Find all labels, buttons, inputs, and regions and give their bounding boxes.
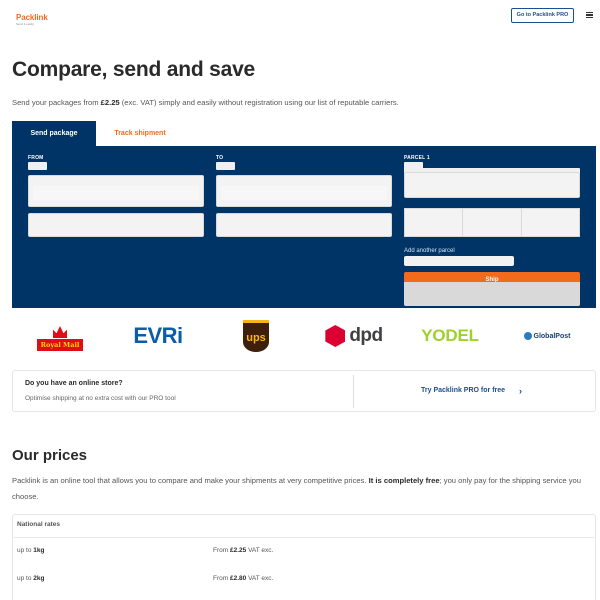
to-postcode-input[interactable]: [216, 175, 392, 207]
hero-price: £2.25: [100, 98, 120, 107]
dpd-cube-icon: [325, 325, 346, 347]
national-rates-table: National rates up to 1kg From £2.25 VAT …: [12, 514, 596, 600]
table-row: up to 1kg From £2.25 VAT exc.: [13, 537, 595, 565]
rate-price: From £2.25 VAT exc.: [213, 547, 274, 554]
site-header: Packlink Send it easily Go to Packlink P…: [0, 0, 600, 34]
dpd-logo: dpd: [306, 315, 402, 357]
rate-weight: up to 2kg: [17, 575, 45, 582]
tab-track-shipment[interactable]: Track shipment: [96, 121, 184, 146]
yodel-logo: YODEL: [421, 326, 479, 345]
from-label: FROM: [28, 155, 44, 161]
online-store-promo: Do you have an online store? Optimise sh…: [12, 370, 596, 412]
from-postcode-input[interactable]: [28, 175, 204, 207]
carrier-logos: Royal Mail EVRi ups dpd YODEL GlobalPost: [12, 315, 596, 357]
parcel-weight-input[interactable]: [404, 172, 580, 198]
logo-tagline: Send it easily: [16, 22, 34, 26]
parcel-dimensions: [404, 208, 580, 237]
table-row: up to 2kg From £2.80 VAT exc.: [13, 565, 595, 593]
add-parcel-bar[interactable]: [404, 256, 514, 266]
rates-header: National rates: [17, 521, 60, 528]
ups-logo: ups: [208, 315, 304, 357]
width-input[interactable]: [462, 208, 522, 237]
rate-price: From £2.80 VAT exc.: [213, 575, 274, 582]
crown-icon: [53, 326, 67, 338]
tab-send-package[interactable]: Send package: [12, 121, 96, 146]
royal-mail-logo: Royal Mail: [12, 315, 108, 357]
promo-title: Do you have an online store?: [25, 380, 123, 387]
add-another-parcel-link[interactable]: Add another parcel: [404, 248, 455, 254]
to-label: TO: [216, 155, 224, 161]
globe-icon: [523, 332, 532, 340]
chevron-right-icon[interactable]: ›: [519, 386, 522, 396]
height-input[interactable]: [521, 208, 580, 237]
ship-button[interactable]: Ship: [404, 272, 580, 306]
length-input[interactable]: [404, 208, 463, 237]
logo-wordmark: Packlink: [16, 13, 48, 22]
evri-logo: EVRi: [133, 323, 183, 348]
rate-weight: up to 1kg: [17, 547, 45, 554]
promo-divider: [353, 375, 354, 408]
hero-subtitle: Send your packages from £2.25 (exc. VAT)…: [12, 98, 399, 107]
from-country-chip[interactable]: [28, 162, 47, 170]
to-address-input[interactable]: [216, 213, 392, 237]
parcel-label: PARCEL 1: [404, 155, 430, 161]
hamburger-menu-icon[interactable]: [586, 12, 593, 18]
shipment-tabs: Send package Track shipment: [12, 121, 596, 146]
go-to-pro-button[interactable]: Go to Packlink PRO: [511, 8, 574, 23]
globalpost-logo: GlobalPost: [498, 315, 596, 357]
try-pro-link[interactable]: Try Packlink PRO for free: [421, 387, 505, 394]
page-title: Compare, send and save: [12, 58, 256, 81]
promo-subtitle: Optimise shipping at no extra cost with …: [25, 395, 176, 402]
to-country-chip[interactable]: [216, 162, 235, 170]
prices-title: Our prices: [12, 447, 88, 464]
from-address-input[interactable]: [28, 213, 204, 237]
prices-description: Packlink is an online tool that allows y…: [12, 476, 581, 501]
packlink-logo[interactable]: Packlink Send it easily: [16, 13, 48, 26]
